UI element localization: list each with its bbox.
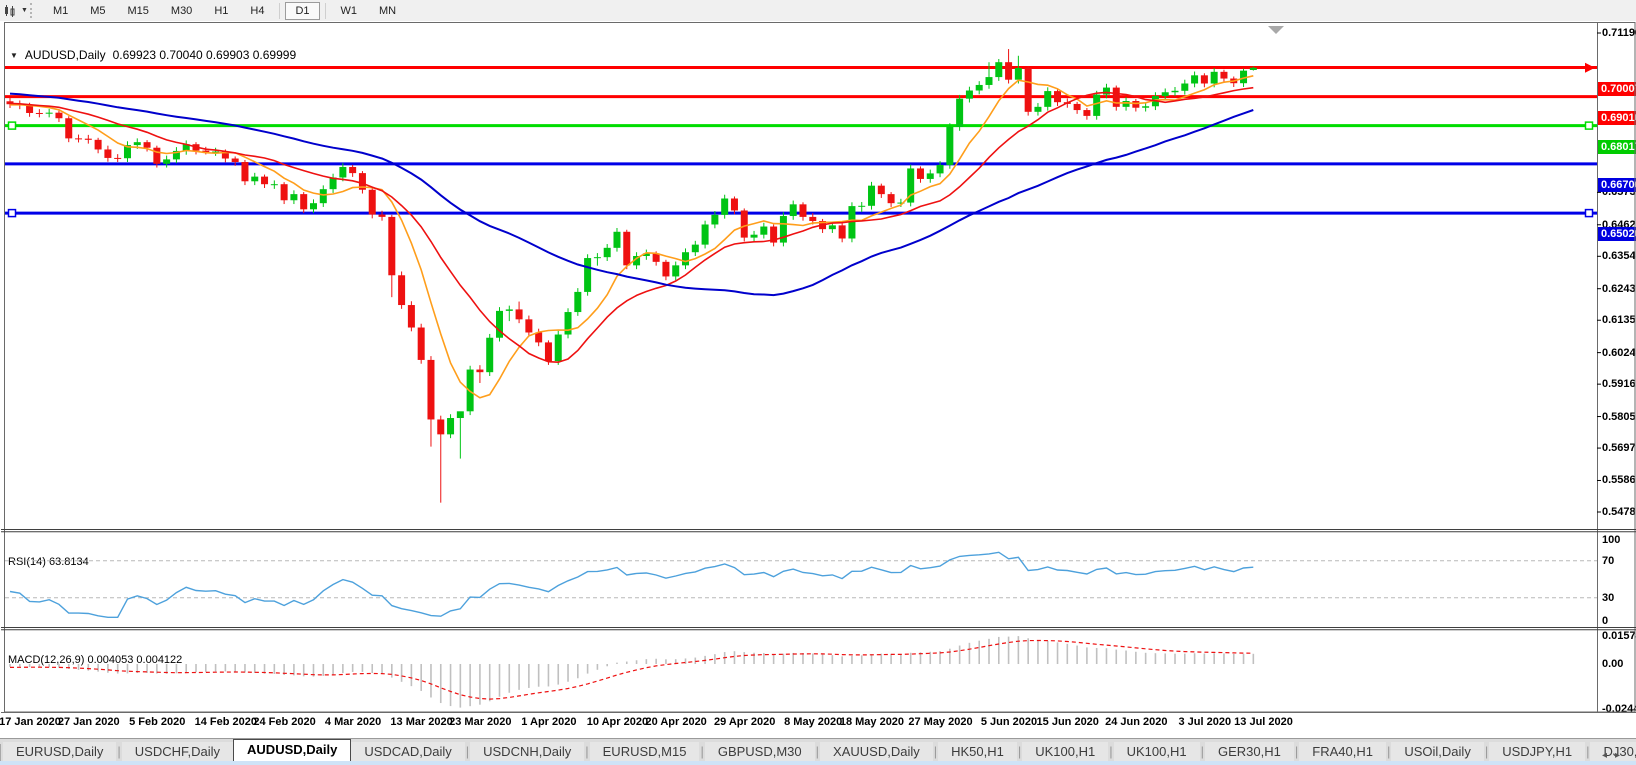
price-tick-label: 0.55860: [1602, 474, 1636, 486]
chart-tab-xauusd-daily[interactable]: XAUUSD,Daily: [820, 742, 933, 762]
date-axis-label: 24 Feb 2020: [253, 716, 315, 728]
timeframe-button-m1[interactable]: M1: [43, 2, 78, 20]
macd-tick-label: 0.015743: [1602, 630, 1636, 642]
chart-tab-fra40-h1[interactable]: FRA40,H1: [1299, 742, 1386, 762]
chart-ohlc-quote: 0.69923 0.70040 0.69903 0.69999: [113, 48, 297, 62]
macd-tick-label: -0.024416: [1602, 703, 1636, 715]
chart-tab-usdchf-daily[interactable]: USDCHF,Daily: [122, 742, 233, 762]
chart-tab-ger30-h1[interactable]: GER30,H1: [1205, 742, 1294, 762]
price-level-badge: 0.68017: [1598, 140, 1636, 154]
price-tick-label: 0.62430: [1602, 283, 1636, 295]
date-axis-label: 5 Feb 2020: [129, 716, 185, 728]
price-tick-label: 0.60240: [1602, 347, 1636, 359]
price-tick-label: 0.61350: [1602, 314, 1636, 326]
rsi-tick-label: 70: [1602, 555, 1614, 567]
timeframe-toolbar: ▼ M1M5M15M30H1H4 D1 W1MN: [0, 0, 1636, 22]
chart-tab-eurusd-m15[interactable]: EURUSD,M15: [590, 742, 700, 762]
price-tick-label: 0.63540: [1602, 250, 1636, 262]
date-axis-label: 17 Jan 2020: [0, 716, 61, 728]
date-axis-label: 5 Jun 2020: [981, 716, 1037, 728]
chart-tab-gbpusd-m30[interactable]: GBPUSD,M30: [705, 742, 815, 762]
price-level-badge: 0.66706: [1598, 178, 1636, 192]
tab-scroll-arrows: ◂▸: [1602, 750, 1628, 761]
mt4-window: { "toolbar": { "timeframes": ["M1","M5",…: [0, 0, 1636, 765]
chart-window: ▼ AUDUSD,Daily 0.69923 0.70040 0.69903 0…: [0, 21, 1636, 738]
tab-scroll-left-icon[interactable]: ◂: [1602, 750, 1615, 761]
date-axis-label: 8 May 2020: [784, 716, 842, 728]
chart-tab-usdjpy-h1[interactable]: USDJPY,H1: [1489, 742, 1585, 762]
date-axis-label: 27 May 2020: [908, 716, 972, 728]
timeframe-button-w1[interactable]: W1: [331, 2, 368, 20]
date-axis-label: 13 Jul 2020: [1234, 716, 1293, 728]
candlestick-glyph: [3, 4, 19, 18]
toolbar-separator: [279, 3, 280, 19]
chart-tab-usdcnh-daily[interactable]: USDCNH,Daily: [470, 742, 584, 762]
timeframe-button-d1[interactable]: D1: [285, 2, 319, 20]
price-tick-label: 0.54780: [1602, 506, 1636, 518]
date-axis-label: 14 Feb 2020: [195, 716, 257, 728]
timeframe-buttons: M1M5M15M30H1H4 D1 W1MN: [42, 2, 407, 20]
rsi-tick-label: 30: [1602, 592, 1614, 604]
date-axis-label: 15 Jun 2020: [1037, 716, 1099, 728]
date-axis-label: 18 May 2020: [840, 716, 904, 728]
chart-symbol-period: AUDUSD,Daily: [25, 48, 106, 62]
rsi-tick-label: 100: [1602, 534, 1620, 546]
date-axis-label: 10 Apr 2020: [587, 716, 648, 728]
toolbar-grip[interactable]: [30, 3, 36, 18]
tab-scroll-right-icon[interactable]: ▸: [1615, 750, 1628, 761]
timeframe-button-h4[interactable]: H4: [240, 2, 274, 20]
rsi-indicator-label: RSI(14) 63.8134: [8, 556, 89, 568]
date-axis-label: 24 Jun 2020: [1105, 716, 1167, 728]
timeframe-button-h1[interactable]: H1: [204, 2, 238, 20]
chart-tab-eurusd-daily[interactable]: EURUSD,Daily: [3, 742, 116, 762]
chart-tab-usoil-daily[interactable]: USOil,Daily: [1391, 742, 1483, 762]
candlestick-chart-icon[interactable]: ▼: [3, 4, 28, 18]
chart-tab-usdcad-daily[interactable]: USDCAD,Daily: [351, 742, 464, 762]
chart-tab-uk100-h1[interactable]: UK100,H1: [1114, 742, 1200, 762]
date-axis-label: 4 Mar 2020: [325, 716, 381, 728]
date-axis-label: 20 Apr 2020: [645, 716, 706, 728]
macd-tick-label: 0.00: [1602, 658, 1623, 670]
price-tick-label: 0.56970: [1602, 442, 1636, 454]
price-tick-label: 0.71190: [1602, 27, 1636, 39]
price-level-badge: 0.65020: [1598, 227, 1636, 241]
date-axis-label: 27 Jan 2020: [58, 716, 120, 728]
timeframe-button-m30[interactable]: M30: [161, 2, 202, 20]
price-level-badge: 0.69010: [1598, 111, 1636, 125]
timeframe-button-mn[interactable]: MN: [369, 2, 406, 20]
chart-tab-uk100-h1[interactable]: UK100,H1: [1022, 742, 1108, 762]
chart-type-dropdown-icon[interactable]: ▼: [21, 7, 28, 14]
date-axis-label: 1 Apr 2020: [521, 716, 576, 728]
chart-tab-audusd-daily[interactable]: AUDUSD,Daily: [233, 739, 351, 762]
price-level-badge: 0.70007: [1598, 82, 1636, 96]
chart-tab-hk50-h1[interactable]: HK50,H1: [938, 742, 1017, 762]
date-axis-label: 23 Mar 2020: [449, 716, 511, 728]
macd-indicator-label: MACD(12,26,9) 0.004053 0.004122: [8, 654, 182, 666]
price-tick-label: 0.58050: [1602, 411, 1636, 423]
timeframe-button-m15[interactable]: M15: [118, 2, 159, 20]
toolbar-separator: [325, 3, 326, 19]
date-axis-label: 29 Apr 2020: [714, 716, 775, 728]
price-tick-label: 0.59160: [1602, 378, 1636, 390]
window-menu-icon[interactable]: ▼: [10, 51, 18, 60]
date-axis-label: 3 Jul 2020: [1179, 716, 1232, 728]
timeframe-button-m5[interactable]: M5: [80, 2, 115, 20]
chart-title: ▼ AUDUSD,Daily 0.69923 0.70040 0.69903 0…: [10, 48, 296, 62]
window-bottom-strip: [0, 761, 1636, 765]
rsi-tick-label: 0: [1602, 615, 1608, 627]
date-axis-label: 13 Mar 2020: [390, 716, 452, 728]
chart-tab-bar: EURUSD,Daily|USDCHF,DailyAUDUSD,DailyUSD…: [0, 738, 1636, 762]
tab-bar-stub: [0, 744, 1, 762]
